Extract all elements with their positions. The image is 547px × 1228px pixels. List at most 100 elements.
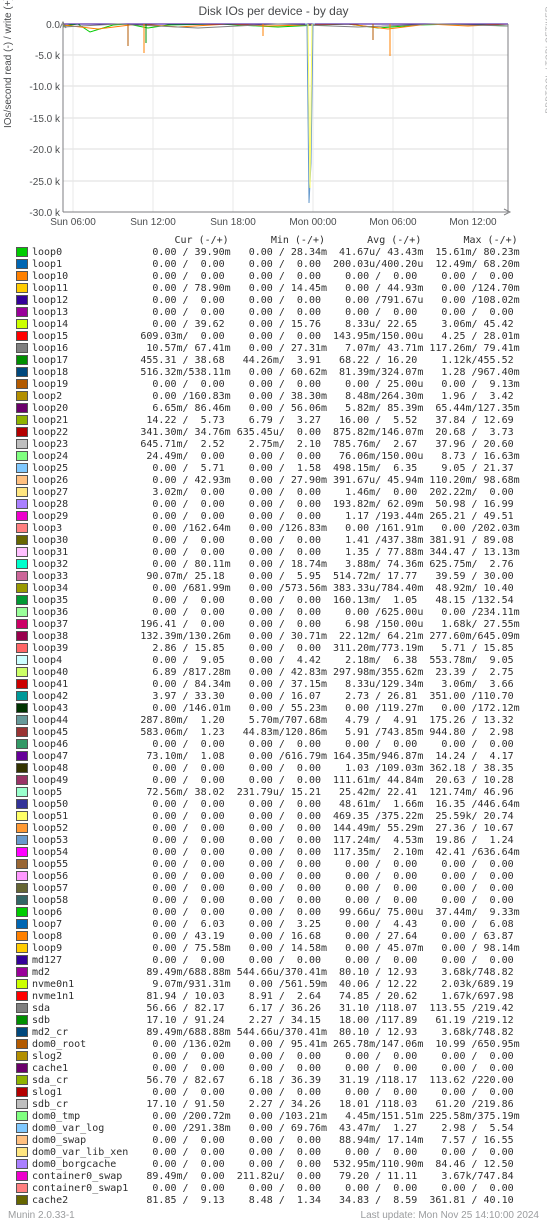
legend-text: loop38 132.39m/130.26m 0.00 / 30.71m 22.… [32, 631, 520, 642]
legend-row: loop48 0.00 / 0.00 0.00 / 0.00 1.03 /109… [16, 762, 547, 774]
legend-swatch [16, 571, 28, 581]
legend-row: loop35 0.00 / 0.00 0.00 / 0.00 160.13m/ … [16, 594, 547, 606]
legend-swatch [16, 451, 28, 461]
legend-row: loop45 583.06m/ 1.23 44.83m/120.86m 5.91… [16, 726, 547, 738]
legend-text: md2 89.49m/688.88m 544.66u/370.41m 80.10… [32, 967, 520, 978]
legend-row: container0_swap 89.49m/ 0.00 211.82u/ 0.… [16, 1170, 547, 1182]
legend-swatch [16, 331, 28, 341]
legend-text: loop1 0.00 / 0.00 0.00 / 0.00 200.03u/40… [32, 259, 520, 270]
legend-row: loop42 3.97 / 33.30 0.00 / 16.07 2.73 / … [16, 690, 547, 702]
legend-swatch [16, 631, 28, 641]
x-tick: Sun 18:00 [210, 217, 256, 228]
legend-row: loop13 0.00 / 0.00 0.00 / 0.00 0.00 / 0.… [16, 306, 547, 318]
legend-row: loop38 132.39m/130.26m 0.00 / 30.71m 22.… [16, 630, 547, 642]
legend-swatch [16, 583, 28, 593]
legend-text: loop3 0.00 /162.64m 0.00 /126.83m 0.00 /… [32, 523, 520, 534]
legend-swatch [16, 763, 28, 773]
legend-swatch [16, 1111, 28, 1121]
legend-swatch [16, 595, 28, 605]
legend-swatch [16, 787, 28, 797]
legend-row: dom0_var_log 0.00 /291.38m 0.00 / 69.76m… [16, 1122, 547, 1134]
legend-text: nvme0n1 9.07m/931.31m 0.00 /561.59m 40.0… [32, 979, 520, 990]
legend-swatch [16, 751, 28, 761]
legend-text: loop43 0.00 /146.01m 0.00 / 55.23m 0.00 … [32, 703, 520, 714]
legend-row: loop23 645.71m/ 2.52 2.75m/ 2.10 785.76m… [16, 438, 547, 450]
legend-row: loop24 24.49m/ 0.00 0.00 / 0.00 76.06m/1… [16, 450, 547, 462]
legend-text: loop21 14.22 / 5.73 6.79 / 3.27 16.00 / … [32, 415, 520, 426]
legend-row: loop46 0.00 / 0.00 0.00 / 0.00 0.00 / 0.… [16, 738, 547, 750]
legend-swatch [16, 715, 28, 725]
legend-swatch [16, 655, 28, 665]
legend-row: loop55 0.00 / 0.00 0.00 / 0.00 0.00 / 0.… [16, 858, 547, 870]
legend-text: slog1 0.00 / 0.00 0.00 / 0.00 0.00 / 0.0… [32, 1087, 520, 1098]
legend-row: sda 56.66 / 82.17 6.17 / 36.26 31.10 /11… [16, 1002, 547, 1014]
legend-swatch [16, 871, 28, 881]
legend-row: loop21 14.22 / 5.73 6.79 / 3.27 16.00 / … [16, 414, 547, 426]
legend-swatch [16, 799, 28, 809]
legend-swatch [16, 535, 28, 545]
legend-text: loop11 0.00 / 78.90m 0.00 / 14.45m 0.00 … [32, 283, 520, 294]
legend-swatch [16, 343, 28, 353]
legend-text: loop29 0.00 / 0.00 0.00 / 0.00 1.17 /193… [32, 511, 520, 522]
legend-text: loop13 0.00 / 0.00 0.00 / 0.00 0.00 / 0.… [32, 307, 520, 318]
legend-swatch [16, 259, 28, 269]
legend-text: loop42 3.97 / 33.30 0.00 / 16.07 2.73 / … [32, 691, 520, 702]
legend-swatch [16, 295, 28, 305]
legend-swatch [16, 367, 28, 377]
legend-text: loop22 341.30m/ 34.76m 635.45u/ 0.00 875… [32, 427, 520, 438]
legend-text: loop28 0.00 / 0.00 0.00 / 0.00 193.82m/ … [32, 499, 520, 510]
legend-text: loop40 6.89 /817.28m 0.00 / 42.83m 297.9… [32, 667, 520, 678]
legend-row: dom0_swap 0.00 / 0.00 0.00 / 0.00 88.94m… [16, 1134, 547, 1146]
legend-text: loop54 0.00 / 0.00 0.00 / 0.00 117.35m/ … [32, 847, 520, 858]
legend-row: loop36 0.00 / 0.00 0.00 / 0.00 0.00 /625… [16, 606, 547, 618]
legend-swatch [16, 439, 28, 449]
legend-swatch [16, 1159, 28, 1169]
legend-row: nvme1n1 81.94 / 10.03 8.91 / 2.64 74.85 … [16, 990, 547, 1002]
legend-row: loop54 0.00 / 0.00 0.00 / 0.00 117.35m/ … [16, 846, 547, 858]
legend-row: loop17 455.31 / 38.68 44.26m/ 3.91 68.22… [16, 354, 547, 366]
legend-text: sda_cr 56.70 / 82.67 6.18 / 36.39 31.19 … [32, 1075, 520, 1086]
legend-swatch [16, 1183, 28, 1193]
chart-title: Disk IOs per device - by day [0, 0, 547, 18]
legend-text: container0_swap1 0.00 / 0.00 0.00 / 0.00… [32, 1183, 520, 1194]
legend-swatch [16, 691, 28, 701]
legend-swatch [16, 511, 28, 521]
legend-swatch [16, 355, 28, 365]
legend-row: sdb_cr 17.10 / 91.50 2.27 / 34.26 18.01 … [16, 1098, 547, 1110]
legend-row: loop6 0.00 / 0.00 0.00 / 0.00 99.66u/ 75… [16, 906, 547, 918]
legend-text: loop4 0.00 / 9.05 0.00 / 4.42 2.18m/ 6.3… [32, 655, 520, 666]
legend-row: sdb 17.10 / 91.24 2.27 / 34.15 18.00 /11… [16, 1014, 547, 1026]
legend-text: loop33 90.07m/ 25.18 0.00 / 5.95 514.72m… [32, 571, 520, 582]
legend-text: loop14 0.00 / 39.62 0.00 / 15.76 8.33u/ … [32, 319, 520, 330]
legend-text: loop5 72.56m/ 38.02 231.79u/ 15.21 25.42… [32, 787, 520, 798]
legend-row: loop57 0.00 / 0.00 0.00 / 0.00 0.00 / 0.… [16, 882, 547, 894]
legend-text: loop20 6.65m/ 86.46m 0.00 / 56.06m 5.82m… [32, 403, 520, 414]
legend-row: loop8 0.00 / 43.19 0.00 / 16.68 0.00 / 2… [16, 930, 547, 942]
footer-version: Munin 2.0.33-1 [8, 1210, 75, 1221]
legend-text: md127 0.00 / 0.00 0.00 / 0.00 0.00 / 0.0… [32, 955, 520, 966]
y-tick: 0.0 [46, 20, 60, 31]
legend-text: loop16 10.57m/ 67.41m 0.00 / 27.31m 7.07… [32, 343, 520, 354]
legend-row: loop27 3.02m/ 0.00 0.00 / 0.00 1.46m/ 0.… [16, 486, 547, 498]
legend-swatch [16, 1015, 28, 1025]
legend-swatch [16, 1027, 28, 1037]
legend-text: loop12 0.00 / 0.00 0.00 / 0.00 0.00 /791… [32, 295, 520, 306]
legend-swatch [16, 667, 28, 677]
legend-swatch [16, 1135, 28, 1145]
legend-swatch [16, 739, 28, 749]
legend-swatch [16, 775, 28, 785]
legend-text: loop51 0.00 / 0.00 0.00 / 0.00 469.35 /3… [32, 811, 520, 822]
legend-swatch [16, 703, 28, 713]
legend-text: loop35 0.00 / 0.00 0.00 / 0.00 160.13m/ … [32, 595, 520, 606]
legend-row: loop43 0.00 /146.01m 0.00 / 55.23m 0.00 … [16, 702, 547, 714]
legend-swatch [16, 559, 28, 569]
legend-text: loop30 0.00 / 0.00 0.00 / 0.00 1.41 /437… [32, 535, 520, 546]
legend-swatch [16, 619, 28, 629]
legend-text: loop58 0.00 / 0.00 0.00 / 0.00 0.00 / 0.… [32, 895, 520, 906]
legend-swatch [16, 955, 28, 965]
legend-row: loop10 0.00 / 0.00 0.00 / 0.00 0.00 / 0.… [16, 270, 547, 282]
y-tick: -25.0 k [29, 177, 61, 188]
legend-row: loop56 0.00 / 0.00 0.00 / 0.00 0.00 / 0.… [16, 870, 547, 882]
legend-text: loop49 0.00 / 0.00 0.00 / 0.00 111.61m/ … [32, 775, 520, 786]
legend-row: dom0_root 0.00 /136.02m 0.00 / 95.41m 26… [16, 1038, 547, 1050]
